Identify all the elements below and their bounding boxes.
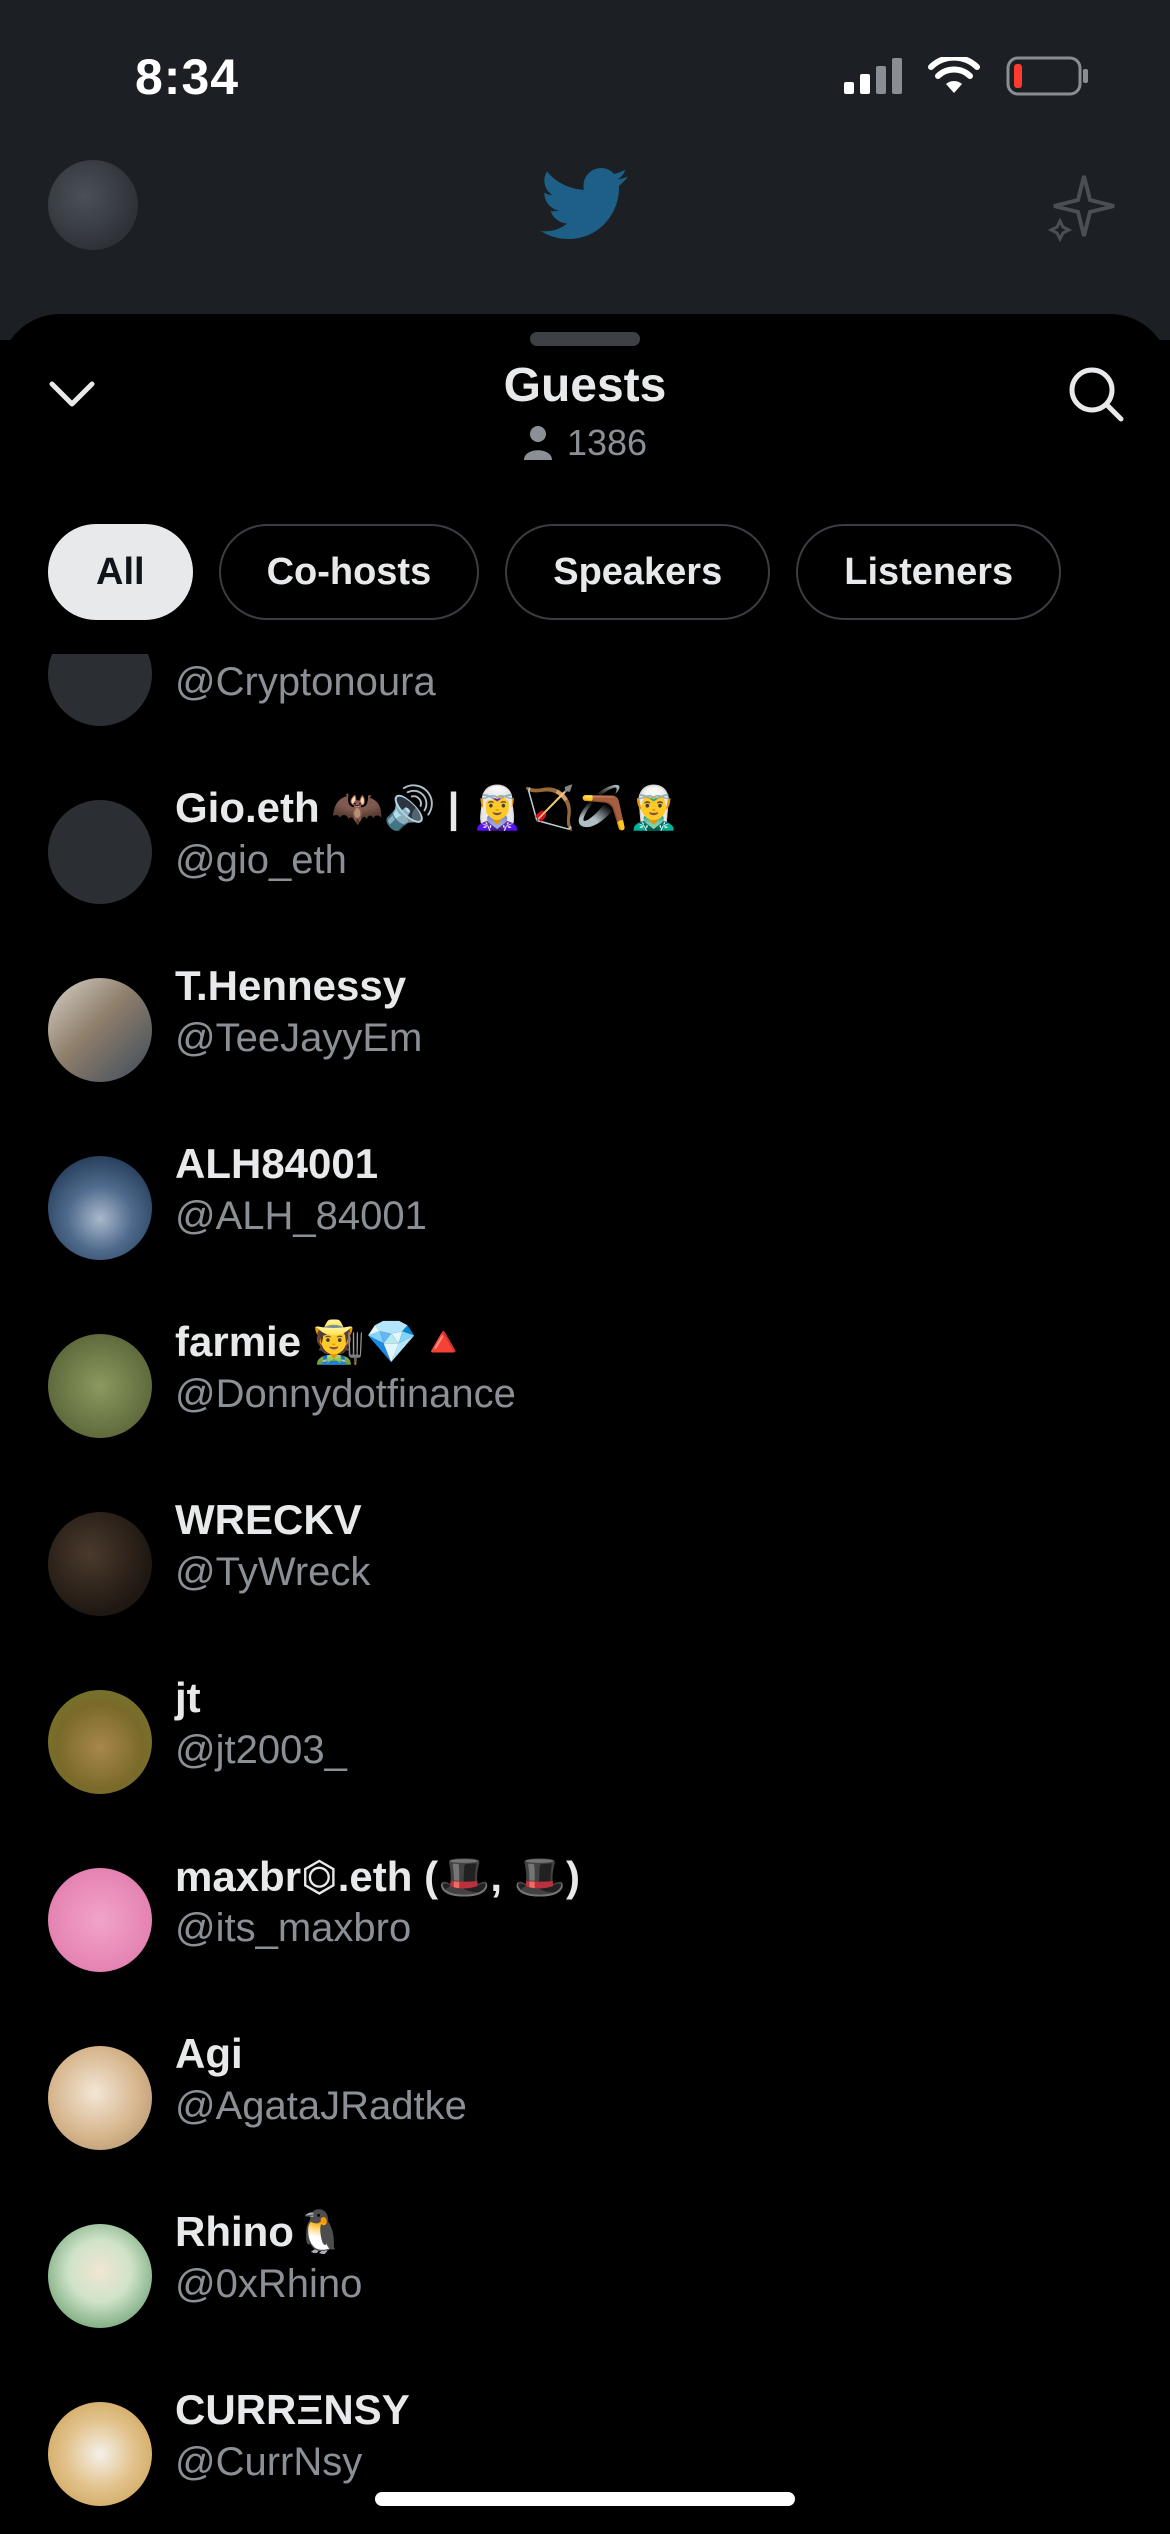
guest-name: Agi bbox=[175, 2030, 243, 2077]
guest-handle: @gio_eth bbox=[175, 838, 347, 882]
avatar bbox=[48, 2046, 152, 2150]
guest-name: T.Hennessy bbox=[175, 962, 407, 1009]
guest-name: jt bbox=[175, 1674, 201, 1721]
guest-count-value: 1386 bbox=[566, 422, 648, 463]
status-icons bbox=[844, 56, 1090, 96]
guest-handle: @ALH_84001 bbox=[175, 1194, 427, 1238]
list-item[interactable]: ALH84001 @ALH_84001 bbox=[0, 1138, 1170, 1278]
tab-co-hosts[interactable]: Co-hosts bbox=[218, 524, 480, 620]
cellular-signal-icon bbox=[844, 58, 902, 94]
status-time: 8:34 bbox=[135, 49, 240, 105]
guest-list: noura @Cryptonoura Gio.eth 🦇🔊 | 🧝‍♀️🏹🪃🧝‍… bbox=[0, 654, 1170, 2534]
list-item[interactable]: noura @Cryptonoura bbox=[0, 654, 1170, 744]
filter-tabs: All Co-hosts Speakers Listeners bbox=[48, 524, 1062, 620]
profile-avatar bbox=[48, 160, 138, 250]
guest-handle: @AgataJRadtke bbox=[175, 2084, 467, 2128]
guest-name: Rhino🐧 bbox=[175, 2208, 347, 2255]
list-item[interactable]: T.Hennessy @TeeJayyEm bbox=[0, 960, 1170, 1100]
tab-speakers[interactable]: Speakers bbox=[505, 524, 771, 620]
list-item[interactable]: maxbr⏣.eth (🎩, 🎩) @its_maxbro bbox=[0, 1850, 1170, 1990]
home-indicator[interactable] bbox=[375, 2492, 795, 2506]
tab-listeners[interactable]: Listeners bbox=[796, 524, 1062, 620]
list-item[interactable]: jt @jt2003_ bbox=[0, 1672, 1170, 1812]
guest-name: Gio.eth 🦇🔊 | 🧝‍♀️🏹🪃🧝‍♂️ bbox=[175, 784, 681, 831]
list-item[interactable]: WRECKV @TyWreck bbox=[0, 1494, 1170, 1634]
twitter-bird-icon bbox=[540, 168, 628, 240]
guest-handle: @TeeJayyEm bbox=[175, 1016, 423, 1060]
sheet-title: Guests bbox=[503, 359, 667, 412]
avatar bbox=[48, 800, 152, 904]
guest-handle: @its_maxbro bbox=[175, 1906, 412, 1950]
wifi-icon bbox=[928, 57, 980, 93]
guest-name: farmie 🧑‍🌾💎🔺 bbox=[175, 1318, 470, 1365]
list-item[interactable]: Rhino🐧 @0xRhino bbox=[0, 2206, 1170, 2346]
person-icon bbox=[523, 426, 552, 460]
avatar bbox=[48, 1334, 152, 1438]
search-icon[interactable] bbox=[1066, 364, 1126, 424]
list-item[interactable]: Agi @AgataJRadtke bbox=[0, 2028, 1170, 2168]
avatar bbox=[48, 2224, 152, 2328]
avatar bbox=[48, 1512, 152, 1616]
background-header: 8:34 bbox=[0, 0, 1170, 340]
guest-handle: @Cryptonoura bbox=[175, 660, 436, 704]
avatar bbox=[48, 978, 152, 1082]
guest-count: 1386 bbox=[0, 422, 1170, 464]
guest-name: ALH84001 bbox=[175, 1140, 379, 1187]
avatar bbox=[48, 1868, 152, 1972]
avatar bbox=[48, 1156, 152, 1260]
avatar bbox=[48, 1690, 152, 1794]
guest-name: maxbr⏣.eth (🎩, 🎩) bbox=[175, 1853, 580, 1900]
list-item[interactable]: farmie 🧑‍🌾💎🔺 @Donnydotfinance bbox=[0, 1316, 1170, 1456]
guest-name: WRECKV bbox=[175, 1496, 362, 1543]
guest-handle: @0xRhino bbox=[175, 2262, 363, 2306]
guest-handle: @jt2003_ bbox=[175, 1728, 347, 1772]
list-item[interactable]: Gio.eth 🦇🔊 | 🧝‍♀️🏹🪃🧝‍♂️ @gio_eth bbox=[0, 782, 1170, 922]
guest-handle: @Donnydotfinance bbox=[175, 1372, 516, 1416]
guest-handle: @TyWreck bbox=[175, 1550, 371, 1594]
guest-name: CURRΞNSY bbox=[175, 2386, 410, 2433]
guests-sheet: Guests 1386 All Co-hosts Speakers Listen… bbox=[0, 314, 1170, 2532]
guest-handle: @CurrNsy bbox=[175, 2440, 363, 2484]
sparkle-icon bbox=[1048, 175, 1115, 242]
avatar bbox=[48, 654, 152, 726]
sheet-grabber[interactable] bbox=[530, 332, 640, 346]
avatar bbox=[48, 2402, 152, 2506]
battery-low-icon bbox=[1006, 56, 1088, 96]
tab-all[interactable]: All bbox=[48, 524, 193, 620]
